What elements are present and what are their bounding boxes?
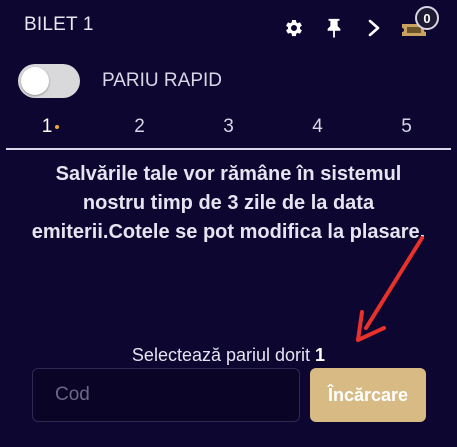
select-bet-number: 1 bbox=[315, 345, 326, 365]
active-dot bbox=[55, 124, 60, 129]
ticket-tabs: 1 2 3 4 5 bbox=[6, 112, 451, 150]
tab-label: 3 bbox=[223, 116, 234, 137]
load-button[interactable]: Încărcare bbox=[310, 368, 426, 422]
select-bet-text: Selectează pariul dorit bbox=[131, 345, 311, 365]
toggle-knob bbox=[21, 67, 49, 95]
tab-4[interactable]: 4 bbox=[273, 112, 362, 148]
tab-label: 1 bbox=[41, 116, 53, 137]
tab-label: 4 bbox=[312, 116, 323, 137]
tab-2[interactable]: 2 bbox=[95, 112, 184, 148]
pin-icon[interactable] bbox=[323, 17, 345, 39]
ticket-count-badge: 0 bbox=[415, 6, 439, 30]
tab-5[interactable]: 5 bbox=[362, 112, 451, 148]
tab-1[interactable]: 1 bbox=[6, 112, 95, 148]
saved-tickets-button[interactable]: 0 bbox=[399, 6, 443, 44]
select-bet-label: Selectează pariul dorit 1 bbox=[0, 345, 457, 366]
page-title: BILET 1 bbox=[24, 14, 94, 35]
gear-icon[interactable] bbox=[283, 17, 305, 39]
code-input[interactable] bbox=[32, 368, 300, 422]
header-toolbar: 0 bbox=[265, 6, 443, 44]
quick-bet-label: PARIU RAPID bbox=[102, 70, 223, 91]
annotation-arrow-icon bbox=[356, 236, 424, 342]
chevron-right-icon[interactable] bbox=[363, 17, 385, 39]
bet-slip-panel: BILET 1 0 PARIU RAPID 1 2 3 4 5 Salvăril… bbox=[0, 0, 457, 447]
quick-bet-toggle[interactable] bbox=[18, 64, 80, 98]
tab-label: 5 bbox=[401, 116, 412, 137]
tab-label: 2 bbox=[134, 116, 145, 137]
quick-bet-row: PARIU RAPID bbox=[18, 64, 222, 98]
tab-3[interactable]: 3 bbox=[184, 112, 273, 148]
